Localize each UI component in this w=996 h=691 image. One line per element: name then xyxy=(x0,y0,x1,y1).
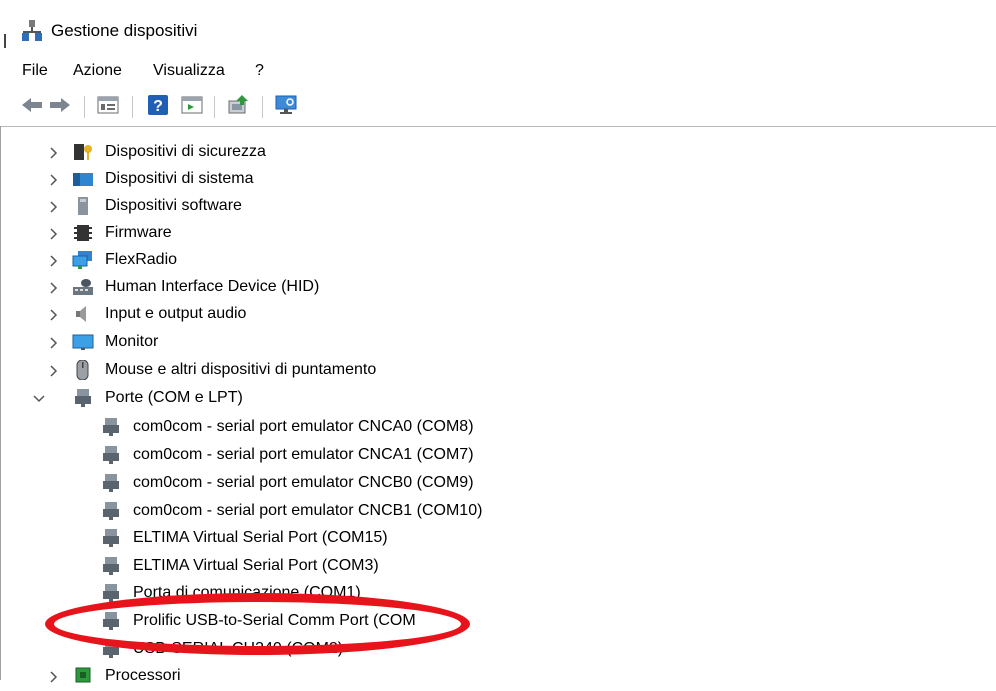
menu-azione[interactable]: Azione xyxy=(73,62,122,80)
tree-label: Dispositivi di sistema xyxy=(105,170,254,187)
tree-label: Porta di comunicazione (COM1) xyxy=(133,584,361,601)
chevron-right-icon[interactable] xyxy=(47,200,61,214)
update-driver-icon[interactable] xyxy=(226,93,250,117)
menu-file[interactable]: File xyxy=(22,62,48,80)
tree-category[interactable]: Processori xyxy=(0,664,996,691)
tree-label: com0com - serial port emulator CNCA0 (CO… xyxy=(133,418,474,435)
port-connector-icon xyxy=(72,388,94,408)
port-item-highlighted[interactable]: Prolific USB-to-Serial Comm Port (COM xyxy=(0,609,996,636)
tree-category[interactable]: Input e output audio xyxy=(0,302,996,329)
software-device-icon xyxy=(72,196,94,216)
menu-visualizza[interactable]: Visualizza xyxy=(153,62,225,80)
tree-label: com0com - serial port emulator CNCB0 (CO… xyxy=(133,474,474,491)
menu-help[interactable]: ? xyxy=(255,62,264,80)
port-item[interactable]: Porta di comunicazione (COM1) xyxy=(0,581,996,608)
chevron-down-icon[interactable] xyxy=(32,392,46,406)
toolbar-separator xyxy=(132,96,133,118)
tree-label: ELTIMA Virtual Serial Port (COM3) xyxy=(133,557,379,574)
tree-label: Processori xyxy=(105,667,181,684)
chevron-right-icon[interactable] xyxy=(47,308,61,322)
title-bar: Gestione dispositivi xyxy=(0,0,996,56)
tree-label: Monitor xyxy=(105,333,159,350)
tree-category[interactable]: Mouse e altri dispositivi di puntamento xyxy=(0,358,996,385)
tree-label: Input e output audio xyxy=(105,305,247,322)
forward-arrow-icon[interactable] xyxy=(48,93,72,117)
tree-category-expanded[interactable]: Porte (COM e LPT) xyxy=(0,386,996,413)
port-item[interactable]: com0com - serial port emulator CNCB0 (CO… xyxy=(0,471,996,498)
tree-label: ELTIMA Virtual Serial Port (COM15) xyxy=(133,529,388,546)
tree-label: Prolific USB-to-Serial Comm Port (COM xyxy=(133,612,416,629)
port-item[interactable]: ELTIMA Virtual Serial Port (COM15) xyxy=(0,526,996,553)
window-title: Gestione dispositivi xyxy=(51,21,198,40)
chevron-right-icon[interactable] xyxy=(47,146,61,160)
port-item[interactable]: com0com - serial port emulator CNCA1 (CO… xyxy=(0,443,996,470)
firmware-chip-icon xyxy=(72,223,94,243)
chevron-right-icon[interactable] xyxy=(47,670,61,684)
port-item[interactable]: com0com - serial port emulator CNCB1 (CO… xyxy=(0,499,996,526)
scan-hardware-icon[interactable] xyxy=(274,93,298,117)
tree-label: Porte (COM e LPT) xyxy=(105,389,243,406)
window-edge xyxy=(4,34,6,48)
device-manager-icon xyxy=(22,20,42,42)
port-connector-icon xyxy=(100,583,122,603)
tree-category[interactable]: Monitor xyxy=(0,330,996,357)
port-connector-icon xyxy=(100,611,122,631)
chevron-right-icon[interactable] xyxy=(47,227,61,241)
menu-bar xyxy=(0,56,996,86)
toolbar-separator xyxy=(214,96,215,118)
port-item[interactable]: ELTIMA Virtual Serial Port (COM3) xyxy=(0,554,996,581)
chevron-right-icon[interactable] xyxy=(47,364,61,378)
hid-icon xyxy=(72,277,94,297)
chevron-right-icon[interactable] xyxy=(47,173,61,187)
port-connector-icon xyxy=(100,417,122,437)
port-connector-icon xyxy=(100,445,122,465)
tree-label: Firmware xyxy=(105,224,172,241)
tree-category[interactable]: Dispositivi software xyxy=(0,194,996,221)
tree-label: com0com - serial port emulator CNCB1 (CO… xyxy=(133,502,483,519)
tree-category[interactable]: Human Interface Device (HID) xyxy=(0,275,996,302)
tree-label: FlexRadio xyxy=(105,251,178,268)
tree-label: Dispositivi software xyxy=(105,197,242,214)
back-arrow-icon[interactable] xyxy=(20,93,44,117)
tree-label: Dispositivi di sicurezza xyxy=(105,143,266,160)
tree-category[interactable]: Firmware xyxy=(0,221,996,248)
run-panel-icon[interactable] xyxy=(180,93,204,117)
chevron-right-icon[interactable] xyxy=(47,281,61,295)
svg-text:?: ? xyxy=(153,98,163,115)
chevron-right-icon[interactable] xyxy=(47,336,61,350)
processor-icon xyxy=(72,666,94,686)
tree-label: com0com - serial port emulator CNCA1 (CO… xyxy=(133,446,474,463)
tree-category[interactable]: Dispositivi di sistema xyxy=(0,167,996,194)
speaker-icon xyxy=(72,304,94,324)
port-connector-icon xyxy=(100,556,122,576)
help-icon[interactable]: ? xyxy=(146,93,170,117)
mouse-icon xyxy=(72,359,94,381)
port-connector-icon xyxy=(100,473,122,493)
properties-grid-icon[interactable] xyxy=(96,93,120,117)
tree-label: Human Interface Device (HID) xyxy=(105,278,320,295)
system-folder-icon xyxy=(72,169,94,189)
tree-category[interactable]: FlexRadio xyxy=(0,248,996,275)
port-item[interactable]: USB-SERIAL CH340 (COM2) xyxy=(0,637,996,664)
security-key-icon xyxy=(72,142,94,162)
toolbar-separator xyxy=(262,96,263,118)
port-connector-icon xyxy=(100,528,122,548)
tree-category[interactable]: Dispositivi di sicurezza xyxy=(0,140,996,167)
port-item[interactable]: com0com - serial port emulator CNCA0 (CO… xyxy=(0,415,996,442)
tree-label: USB-SERIAL CH340 (COM2) xyxy=(133,640,344,657)
port-connector-icon xyxy=(100,639,122,659)
network-monitor-icon xyxy=(72,250,94,270)
tree-label: Mouse e altri dispositivi di puntamento xyxy=(105,361,377,378)
toolbar-separator xyxy=(84,96,85,118)
port-connector-icon xyxy=(100,501,122,521)
chevron-right-icon[interactable] xyxy=(47,254,61,268)
monitor-icon xyxy=(72,332,94,352)
